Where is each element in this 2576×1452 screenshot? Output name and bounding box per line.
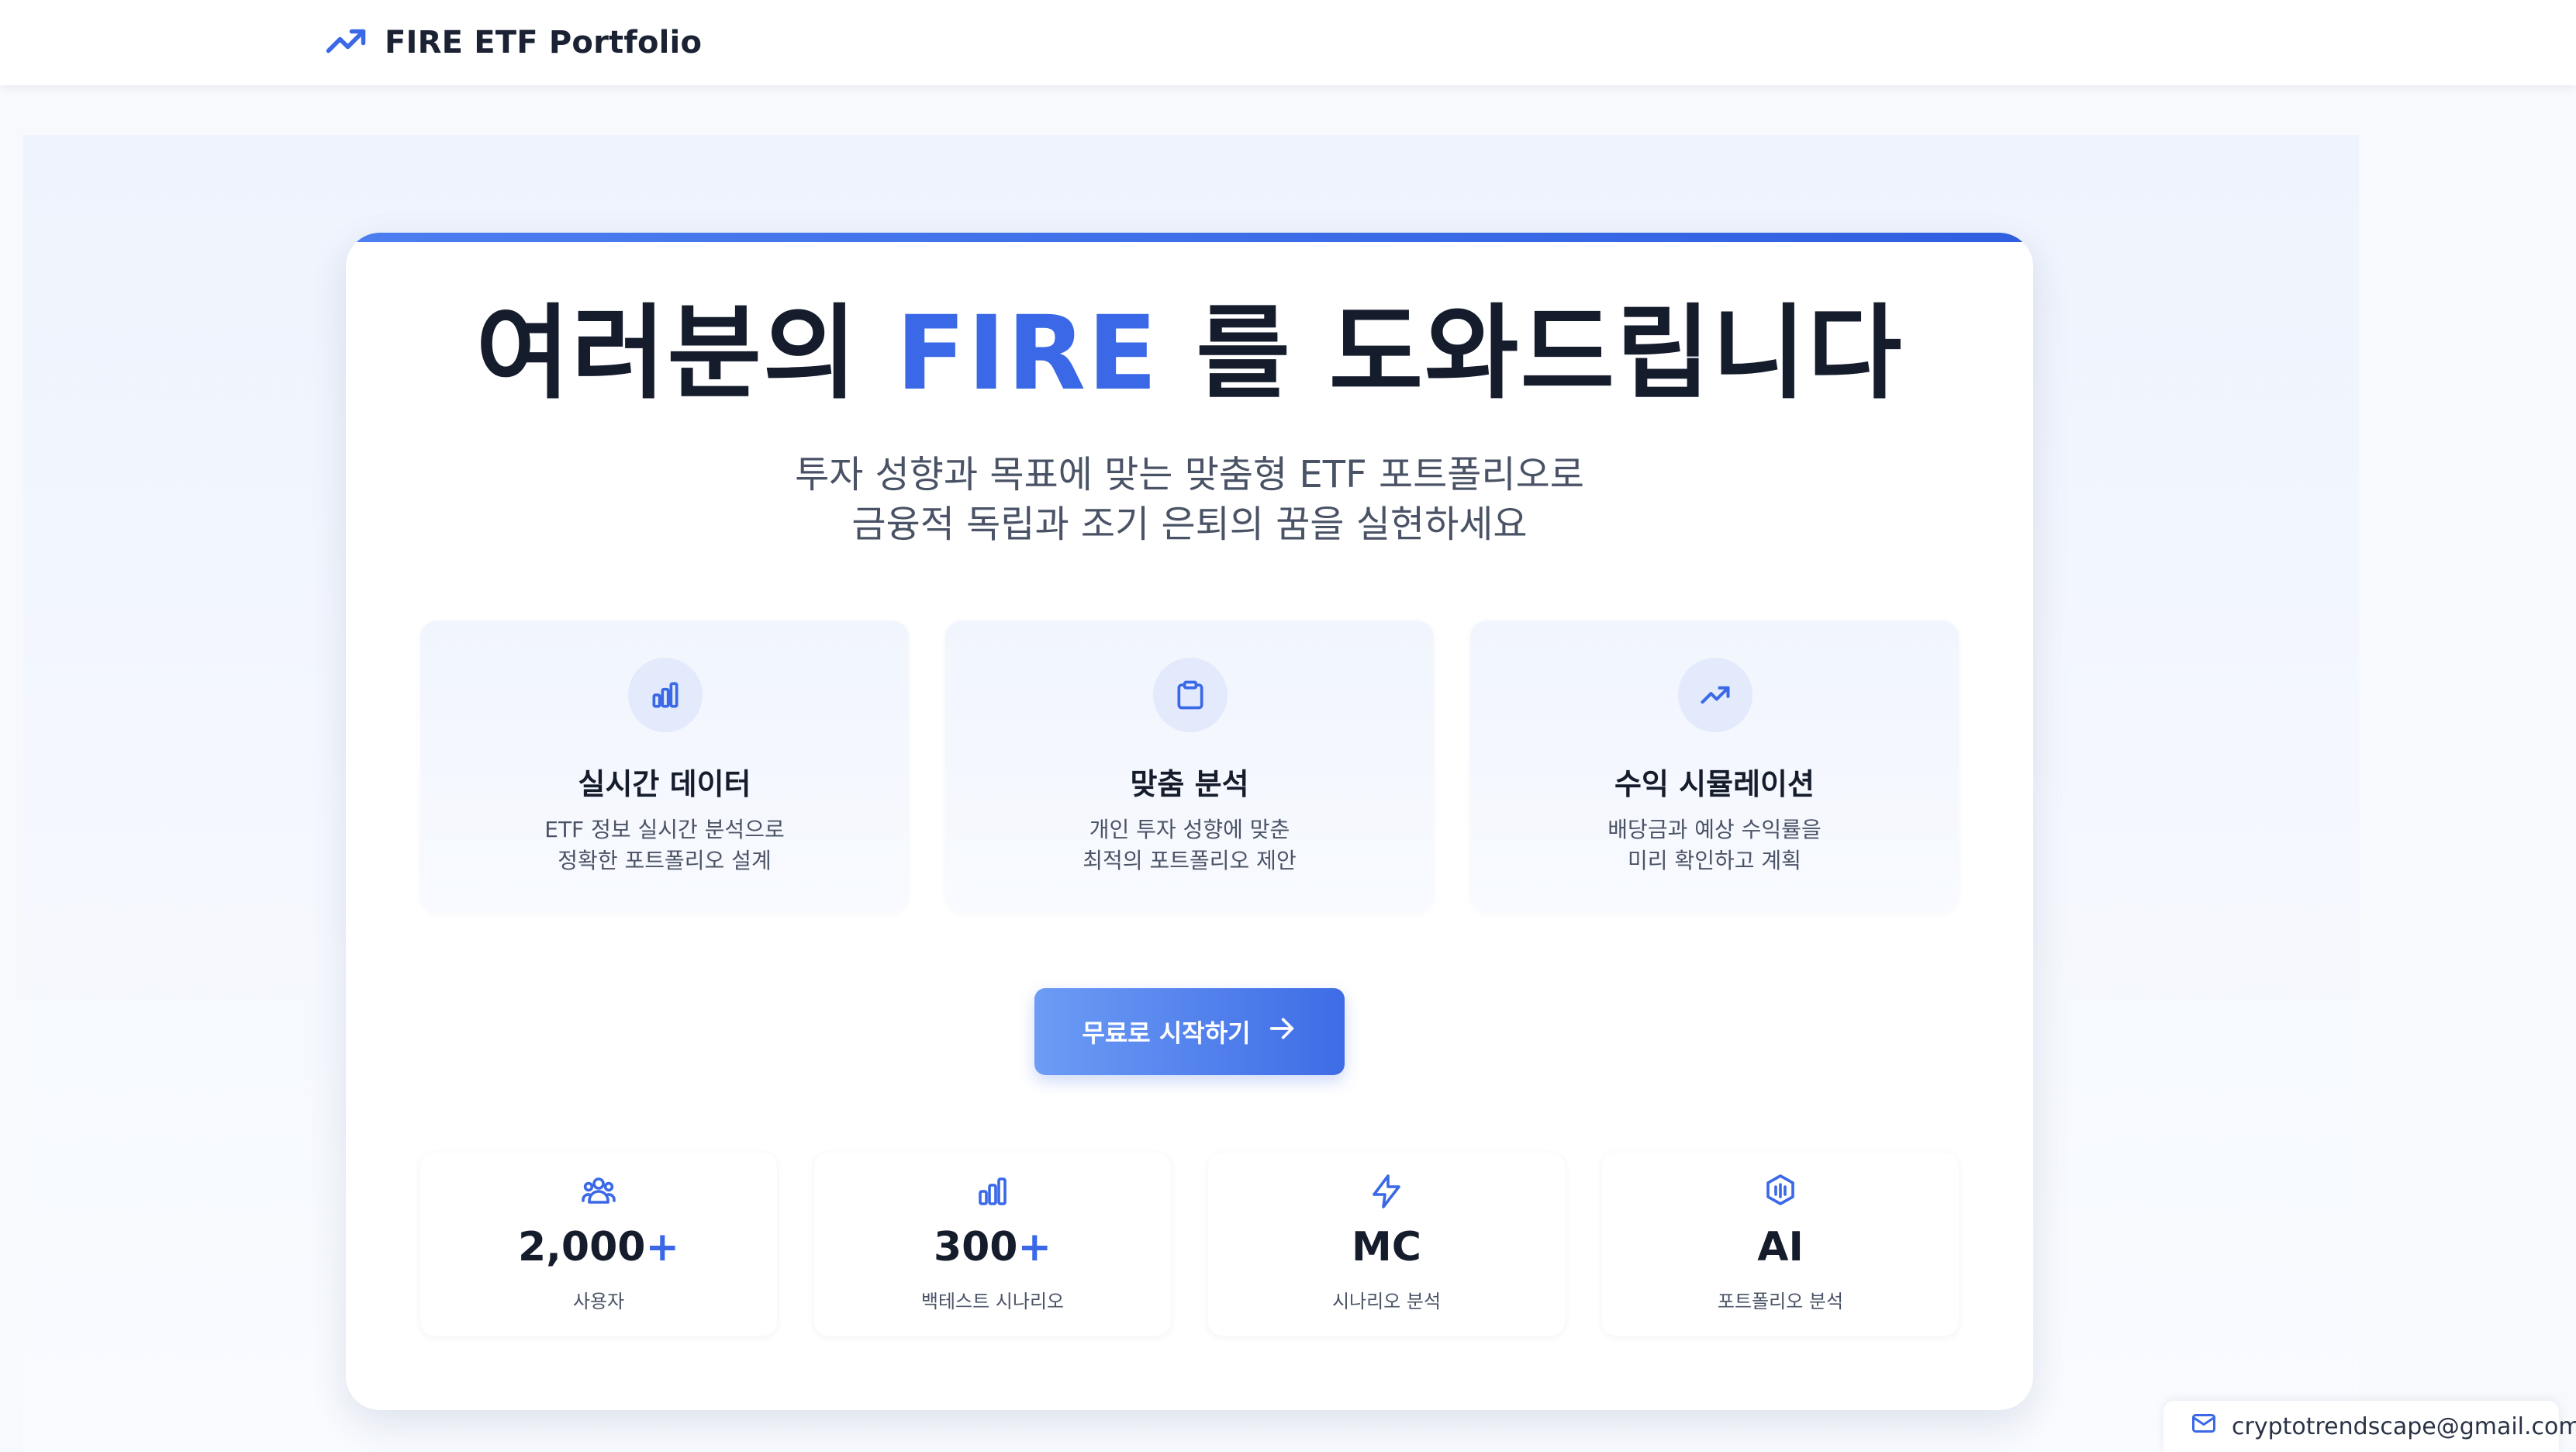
stat-value: 300+	[814, 1227, 1171, 1267]
arrow-right-icon	[1266, 1013, 1297, 1050]
stat-value-number: 300	[933, 1224, 1018, 1270]
stat-label: 포트폴리오 분석	[1717, 1291, 1844, 1312]
stat-value-plus: +	[645, 1224, 680, 1270]
start-free-button-label: 무료로 시작하기	[1082, 1018, 1251, 1048]
stat-value: MC	[1208, 1227, 1565, 1267]
mail-icon	[2190, 1409, 2218, 1443]
feature-title: 실시간 데이터	[578, 767, 751, 801]
stat-value: AI	[1602, 1227, 1959, 1267]
hero-subtitle: 투자 성향과 목표에 맞는 맞춤형 ETF 포트폴리오로 금융적 독립과 조기 …	[0, 450, 2379, 549]
feature-card-custom-analysis: 맞춤 분석 개인 투자 성향에 맞춘 최적의 포트폴리오 제안	[945, 621, 1434, 912]
bar-chart-icon	[628, 658, 703, 732]
trending-up-icon	[323, 18, 369, 67]
trending-up-icon	[1678, 658, 1752, 732]
feature-description: 개인 투자 성향에 맞춘 최적의 포트폴리오 제안	[945, 814, 1434, 876]
stat-card-backtest: 300+ 백테스트 시나리오	[814, 1153, 1171, 1336]
feature-description-line2: 정확한 포트폴리오 설계	[558, 848, 772, 873]
stat-value-number: 2,000	[517, 1224, 646, 1270]
feature-description-line1: ETF 정보 실시간 분석으로	[544, 817, 785, 842]
stat-card-users: 2,000+ 사용자	[420, 1153, 777, 1336]
hero-title-before: 여러분의	[475, 294, 896, 413]
stat-label: 백테스트 시나리오	[920, 1291, 1065, 1312]
brand-title: FIRE ETF Portfolio	[385, 25, 703, 60]
contact-email-text: cryptotrendscape@gmail.com	[2232, 1412, 2576, 1440]
hero-title-after: 를 도와드립니다	[1159, 294, 1904, 413]
brand-logo-link[interactable]: FIRE ETF Portfolio	[323, 17, 702, 68]
hero-title: 여러분의 FIRE 를 도와드립니다	[0, 294, 2379, 417]
feature-description-line1: 개인 투자 성향에 맞춘	[1089, 817, 1290, 842]
feature-description-line2: 미리 확인하고 계획	[1628, 848, 1801, 873]
stat-card-monte-carlo: MC 시나리오 분석	[1208, 1153, 1565, 1336]
feature-title: 맞춤 분석	[1130, 767, 1249, 801]
feature-title: 수익 시뮬레이션	[1614, 767, 1815, 801]
feature-card-realtime-data: 실시간 데이터 ETF 정보 실시간 분석으로 정확한 포트폴리오 설계	[420, 621, 909, 912]
stat-label: 사용자	[572, 1291, 625, 1312]
clipboard-icon	[1153, 658, 1228, 732]
card-accent-bar	[346, 233, 2033, 242]
stat-value-plus: +	[1017, 1224, 1052, 1270]
stat-card-ai: AI 포트폴리오 분석	[1602, 1153, 1959, 1336]
feature-card-return-simulation: 수익 시뮬레이션 배당금과 예상 수익률을 미리 확인하고 계획	[1470, 621, 1959, 912]
feature-description: ETF 정보 실시간 분석으로 정확한 포트폴리오 설계	[420, 814, 909, 876]
users-icon	[580, 1173, 617, 1210]
hero-subtitle-line2: 금융적 독립과 조기 은퇴의 꿈을 실현하세요	[851, 503, 1528, 546]
bar-chart-icon	[974, 1173, 1011, 1210]
stat-label: 시나리오 분석	[1331, 1291, 1442, 1312]
feature-description: 배당금과 예상 수익률을 미리 확인하고 계획	[1470, 814, 1959, 876]
feature-description-line1: 배당금과 예상 수익률을	[1607, 817, 1822, 842]
feature-description-line2: 최적의 포트폴리오 제안	[1083, 848, 1297, 873]
stat-value: 2,000+	[420, 1227, 777, 1267]
hero-title-accent: FIRE	[893, 294, 1165, 417]
ai-shield-icon	[1762, 1173, 1799, 1210]
stat-value-number: MC	[1352, 1224, 1421, 1270]
lightning-icon	[1368, 1173, 1405, 1210]
start-free-button[interactable]: 무료로 시작하기	[1034, 988, 1345, 1075]
stat-value-number: AI	[1757, 1224, 1804, 1270]
contact-email-link[interactable]: cryptotrendscape@gmail.com	[2163, 1401, 2576, 1452]
top-navigation-bar: FIRE ETF Portfolio	[0, 0, 2576, 85]
hero-subtitle-line1: 투자 성향과 목표에 맞는 맞춤형 ETF 포트폴리오로	[795, 453, 1584, 496]
